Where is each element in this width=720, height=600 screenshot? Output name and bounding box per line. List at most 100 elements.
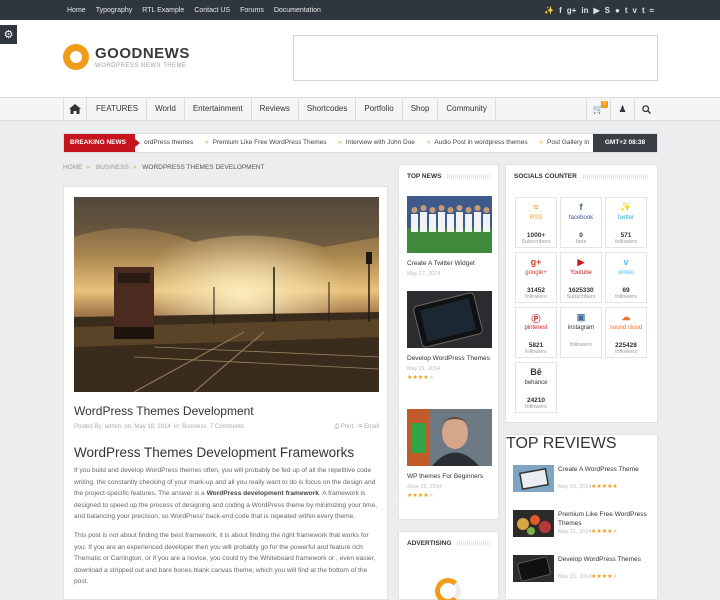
article-featured-image[interactable] [74,197,379,392]
ticker-item[interactable]: Post Gallery in [547,139,589,146]
top-news-date: May 21, 2014 [407,366,441,372]
youtube-icon: ▶ [577,257,585,267]
rating-stars: ★★★★★ [591,484,618,490]
top-news-date: May 17, 2014 [407,271,441,277]
meta-comments[interactable]: 7 Comments [210,424,244,430]
article-heading: WordPress Themes Development Frameworks [74,445,355,460]
social-counter-youtube[interactable]: ▶ Youtube 1625330 Subscribers [560,252,602,303]
settings-gear-icon[interactable]: ⚙ [0,25,17,44]
home-icon[interactable] [63,98,87,120]
meta-category[interactable]: in: Business [174,424,206,430]
review-thumbnail[interactable] [513,555,554,582]
review-title[interactable]: Premium Like Free WordPress Themes [558,510,648,528]
social-counter-instagram[interactable]: ▣ instagram followers [560,307,602,358]
facebook-icon: f [579,202,583,212]
ticker-item[interactable]: Audio Post in wordpress themes [434,139,527,146]
review-thumbnail[interactable] [513,465,554,492]
cart-icon[interactable]: 🛒 0 [586,98,610,120]
top-news-date: June 26, 2014 [407,484,442,490]
top-menu-rtl[interactable]: RTL Example [142,7,184,14]
top-menu-typography[interactable]: Typography [96,7,133,14]
social-counter-facebook[interactable]: f facebook 0 fans [560,197,602,248]
rating-stars: ★★★★★ [591,574,618,580]
twitter-icon[interactable]: ✨ [544,6,554,15]
print-icon[interactable]: ⎙ [334,424,339,430]
nav-item-community[interactable]: Community [438,98,496,120]
tumblr-t-icon[interactable]: t [642,6,645,15]
top-news-title[interactable]: WP themes For Beginners [407,472,492,481]
top-news-title[interactable]: Create A Twitter Widget [407,259,492,268]
nav-item-entertainment[interactable]: Entertainment [185,98,252,120]
review-title[interactable]: Develop WordPress Themes [558,555,648,564]
search-icon[interactable] [634,98,658,120]
soundcloud-icon: ☁ [621,312,631,322]
top-news-title[interactable]: Develop WordPress Themes [407,354,492,363]
review-date: May 19, 2014 [558,484,592,490]
ticker-item[interactable]: Premium Like Free WordPress Themes [213,139,327,146]
nav-item-portfolio[interactable]: Portfolio [356,98,403,120]
nav-item-shop[interactable]: Shop [403,98,439,120]
vimeo-icon[interactable]: v [632,6,636,15]
social-counter-soundcloud[interactable]: ☁ sound cloud 225428 followers [605,307,647,358]
nav-item-features[interactable]: FEATURES [88,98,148,120]
tumblr-icon[interactable]: t [625,6,628,15]
social-counter-vimeo[interactable]: v vimeo 69 followers [605,252,647,303]
top-menu-forums[interactable]: Forums [240,7,264,14]
vimeo-icon: v [623,257,629,267]
nav-item-shortcodes[interactable]: Shortcodes [299,98,357,120]
ticker-item[interactable]: Interview with John Doe [346,139,415,146]
header-ad-banner[interactable] [293,35,658,81]
googleplus-icon[interactable]: g+ [567,6,577,15]
social-counter-pinterest[interactable]: Ⓟ pinterest 5821 followers [515,307,557,358]
social-counter-twitter[interactable]: ✨ twitter 571 followers [605,197,647,248]
review-date: May 21, 2014 [558,529,592,535]
social-counter-behance[interactable]: Bē behance 24210 followers [515,362,557,413]
widget-title: SOCIALS COUNTER [514,173,577,180]
ad-spinner-icon [435,578,461,600]
review-item[interactable]: Premium Like Free WordPress Themes May 2… [513,510,653,542]
review-thumbnail[interactable] [513,510,554,537]
top-menu-contact[interactable]: Contact US [194,7,230,14]
review-title[interactable]: Create A WordPress Theme [558,465,648,474]
top-news-thumbnail[interactable] [407,196,492,253]
top-menu-home[interactable]: Home [67,7,86,14]
breaking-news-label: BREAKING NEWS [64,134,140,152]
user-icon[interactable]: ♟ [610,98,634,120]
behance-icon: Bē [530,367,542,377]
top-news-item[interactable]: WP themes For Beginners June 26, 2014 ★★… [407,409,492,499]
site-header: GOODNEWS WORDPRESS NEWS THEME [0,20,720,97]
review-item[interactable]: Create A WordPress Theme May 19, 2014 ★★… [513,465,653,497]
top-bar: Home Typography RTL Example Contact US F… [0,0,720,20]
nav-item-world[interactable]: World [147,98,185,120]
breadcrumb-business[interactable]: BUSINESS [96,164,129,171]
facebook-icon[interactable]: f [559,6,562,15]
breadcrumb-home[interactable]: HOME [63,164,83,171]
social-counter-rss[interactable]: ≈ RSS 1000+ Subscribers [515,197,557,248]
googleplus-icon: g+ [530,257,542,267]
meta-author: Posted By: admin [74,424,122,430]
email-link[interactable]: Email [364,424,379,430]
review-item[interactable]: Develop WordPress Themes May 21, 2014 ★★… [513,555,653,587]
nav-item-reviews[interactable]: Reviews [252,98,299,120]
top-news-thumbnail[interactable] [407,409,492,466]
top-menu-documentation[interactable]: Documentation [274,7,321,14]
rss-icon: ≈ [533,202,539,212]
email-icon[interactable]: ✉ [358,424,362,430]
youtube-icon[interactable]: ▶ [593,6,599,15]
top-news-item[interactable]: Develop WordPress Themes May 21, 2014 ★★… [407,291,492,381]
article-title[interactable]: WordPress Themes Development [74,404,254,418]
breaking-news-ticker: BREAKING NEWS ordPress themes » Premium L… [63,133,658,153]
linkedin-icon[interactable]: in [581,6,588,15]
site-logo[interactable]: GOODNEWS WORDPRESS NEWS THEME [63,44,190,70]
flickr-icon[interactable]: ● [615,6,620,15]
socials-counter-widget: SOCIALS COUNTER ≈ RSS 1000+ Subscribers … [505,164,658,423]
top-news-thumbnail[interactable] [407,291,492,348]
main-nav: FEATURES World Entertainment Reviews Sho… [0,97,720,121]
social-counter-googleplus[interactable]: g+ google+ 31452 followers [515,252,557,303]
ticker-clock: GMT+2 08:38 [593,134,657,152]
top-news-item[interactable]: Create A Twitter Widget May 17, 2014 [407,196,492,277]
skype-icon[interactable]: S [605,6,610,15]
ticker-item[interactable]: ordPress themes [144,139,193,146]
rss-icon[interactable]: ≈ [650,6,654,15]
print-link[interactable]: Print [341,424,353,430]
